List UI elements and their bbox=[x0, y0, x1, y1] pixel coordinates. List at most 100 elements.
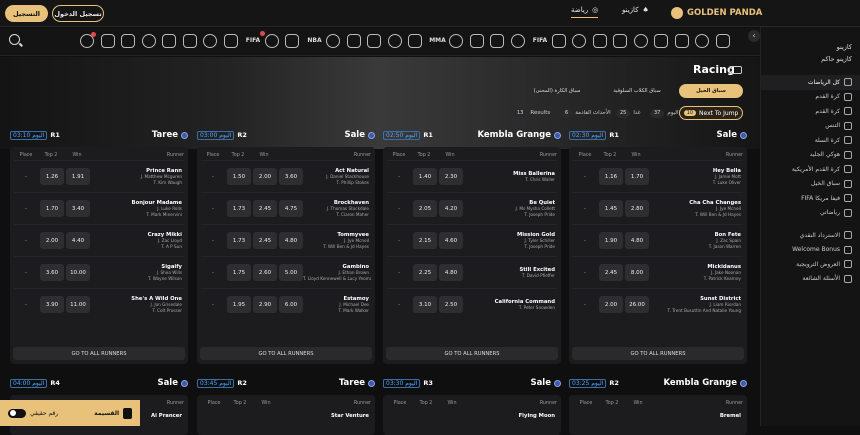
collapse-sidebar-button[interactable]: ‹ bbox=[748, 30, 760, 42]
filter-today[interactable]: 37 اليوم bbox=[650, 107, 679, 119]
odds-button[interactable]: 1.70 bbox=[625, 168, 649, 185]
meeting-header[interactable]: 03:30 اليوم R3 Sale bbox=[383, 377, 561, 389]
odds-button[interactable]: 4.80 bbox=[439, 264, 463, 281]
go-to-all-runners-button[interactable]: GO TO ALL RUNNERS bbox=[386, 347, 558, 360]
promo-icon[interactable] bbox=[695, 34, 709, 48]
esports-icon[interactable] bbox=[490, 34, 504, 48]
sidebar-live-casino[interactable]: كازينو حاكم bbox=[769, 53, 852, 65]
bet-slip-bar[interactable]: رقم حقيقي القسيمة bbox=[0, 400, 140, 426]
football-icon[interactable] bbox=[203, 34, 217, 48]
odds-button[interactable]: 4.75 bbox=[279, 200, 303, 217]
meeting-header[interactable]: 02:30 اليوم R1 Sale bbox=[569, 129, 747, 141]
sidebar-item[interactable]: سباق الخيل bbox=[761, 177, 860, 192]
hockey-icon[interactable] bbox=[264, 34, 279, 48]
odds-button[interactable]: 1.75 bbox=[227, 264, 251, 281]
star-icon[interactable] bbox=[674, 34, 689, 48]
next-to-jump-button[interactable]: 10 Next To Jump bbox=[679, 106, 743, 120]
sidebar-promo-item[interactable]: الأسئلة الشائعة bbox=[761, 272, 860, 287]
basketball-icon[interactable] bbox=[285, 34, 299, 48]
meeting-header[interactable]: 03:10 اليوم R1 Taree bbox=[10, 129, 188, 141]
odds-button[interactable]: 4.80 bbox=[625, 232, 649, 249]
odds-button[interactable]: 2.45 bbox=[253, 200, 277, 217]
home-icon[interactable] bbox=[715, 34, 730, 48]
rugby-icon[interactable] bbox=[182, 34, 197, 48]
bike-icon[interactable] bbox=[223, 34, 238, 48]
odds-button[interactable]: 2.15 bbox=[413, 232, 437, 249]
odds-button[interactable]: 2.45 bbox=[599, 264, 623, 281]
odds-button[interactable]: 1.40 bbox=[413, 168, 437, 185]
login-button[interactable]: التسجيل bbox=[5, 5, 48, 22]
sidebar-casino[interactable]: كازينو bbox=[769, 41, 852, 53]
sidebar-item[interactable]: رياضاتي bbox=[761, 206, 860, 221]
meeting-header[interactable]: 03:25 اليوم R2 Kembla Grange bbox=[569, 377, 747, 389]
boxing-icon[interactable] bbox=[326, 34, 340, 48]
skiing-icon[interactable] bbox=[162, 34, 176, 48]
odds-button[interactable]: 8.00 bbox=[625, 264, 649, 281]
odds-button[interactable]: 1.26 bbox=[40, 168, 64, 185]
odds-button[interactable]: 2.05 bbox=[413, 200, 437, 217]
odds-button[interactable]: 3.60 bbox=[279, 168, 303, 185]
odds-button[interactable]: 1.50 bbox=[227, 168, 251, 185]
odds-button[interactable]: 1.73 bbox=[227, 232, 251, 249]
odds-button[interactable]: 2.80 bbox=[625, 200, 649, 217]
meeting-header[interactable]: 04:00 اليوم R4 Sale bbox=[10, 377, 188, 389]
nav-sports[interactable]: رياضة ◎ bbox=[571, 6, 599, 18]
mma-icon[interactable]: MMA bbox=[429, 34, 447, 48]
sidebar-item[interactable]: كرة السلة bbox=[761, 133, 860, 148]
odds-button[interactable]: 1.91 bbox=[66, 168, 90, 185]
odds-button[interactable]: 10.00 bbox=[66, 264, 90, 281]
fight-icon[interactable] bbox=[100, 34, 115, 48]
fifa-icon[interactable]: FIFA bbox=[244, 31, 265, 48]
tennis-icon[interactable] bbox=[346, 34, 361, 48]
odds-toggle[interactable] bbox=[8, 408, 26, 418]
odds-button[interactable]: 2.90 bbox=[253, 296, 277, 313]
odds-button[interactable]: 11.00 bbox=[66, 296, 90, 313]
cricket-icon[interactable] bbox=[633, 34, 648, 48]
cards-icon[interactable] bbox=[654, 34, 668, 48]
odds-button[interactable]: 2.30 bbox=[439, 168, 463, 185]
odds-button[interactable]: 6.00 bbox=[279, 296, 303, 313]
odds-button[interactable]: 1.16 bbox=[599, 168, 623, 185]
odds-button[interactable]: 1.45 bbox=[599, 200, 623, 217]
odds-button[interactable]: 2.50 bbox=[439, 296, 463, 313]
racket-icon[interactable] bbox=[572, 34, 586, 48]
filter-tomorrow[interactable]: 25 غدا bbox=[616, 107, 641, 119]
meeting-header[interactable]: 02:50 اليوم R1 Kembla Grange bbox=[383, 129, 561, 141]
snooker-icon[interactable] bbox=[387, 34, 402, 48]
odds-button[interactable]: 2.00 bbox=[253, 168, 277, 185]
odds-button[interactable]: 4.60 bbox=[439, 232, 463, 249]
filter-upcoming[interactable]: 6 الأحداث القادمة bbox=[561, 107, 611, 119]
odds-button[interactable]: 2.60 bbox=[253, 264, 277, 281]
chip-greyhound[interactable]: سباق الكلاب السلوقية bbox=[599, 84, 675, 98]
chip-horse-racing[interactable]: سباق الخيل bbox=[679, 84, 743, 98]
odds-button[interactable]: 4.20 bbox=[439, 200, 463, 217]
register-button[interactable]: تسجيل الدخول bbox=[52, 5, 104, 22]
go-to-all-runners-button[interactable]: GO TO ALL RUNNERS bbox=[200, 347, 372, 360]
live-icon[interactable] bbox=[80, 32, 96, 48]
odds-button[interactable]: 1.95 bbox=[227, 296, 251, 313]
soccer-icon[interactable] bbox=[613, 34, 627, 48]
filter-results[interactable]: 13 Results bbox=[513, 107, 550, 119]
nav-casino[interactable]: كازينو ♠ bbox=[622, 6, 649, 14]
sidebar-item[interactable]: كل الرياضات bbox=[761, 75, 860, 90]
sidebar-item[interactable]: التنس bbox=[761, 119, 860, 134]
odds-button[interactable]: 3.10 bbox=[413, 296, 437, 313]
meeting-header[interactable]: 03:00 اليوم R2 Sale bbox=[197, 129, 375, 141]
odds-button[interactable]: 3.40 bbox=[66, 200, 90, 217]
sidebar-item[interactable]: هوكي الجليد bbox=[761, 148, 860, 163]
sidebar-promo-item[interactable]: Welcome Bonus bbox=[761, 243, 860, 258]
odds-button[interactable]: 1.70 bbox=[40, 200, 64, 217]
odds-button[interactable]: 2.00 bbox=[40, 232, 64, 249]
go-to-all-runners-button[interactable]: GO TO ALL RUNNERS bbox=[13, 347, 185, 360]
horse-icon[interactable] bbox=[469, 34, 484, 48]
odds-button[interactable]: 2.45 bbox=[253, 232, 277, 249]
odds-button[interactable]: 4.80 bbox=[279, 232, 303, 249]
volleyball-icon[interactable] bbox=[367, 34, 381, 48]
odds-button[interactable]: 1.90 bbox=[599, 232, 623, 249]
wrestling-icon[interactable] bbox=[121, 34, 135, 48]
sidebar-promo-item[interactable]: الاسترداد النقدي bbox=[761, 228, 860, 243]
sidebar-promo-item[interactable]: العروض الترويجية bbox=[761, 257, 860, 272]
meeting-header[interactable]: 03:45 اليوم R2 Taree bbox=[197, 377, 375, 389]
odds-button[interactable]: 3.90 bbox=[40, 296, 64, 313]
motorsport-icon[interactable] bbox=[592, 34, 607, 48]
